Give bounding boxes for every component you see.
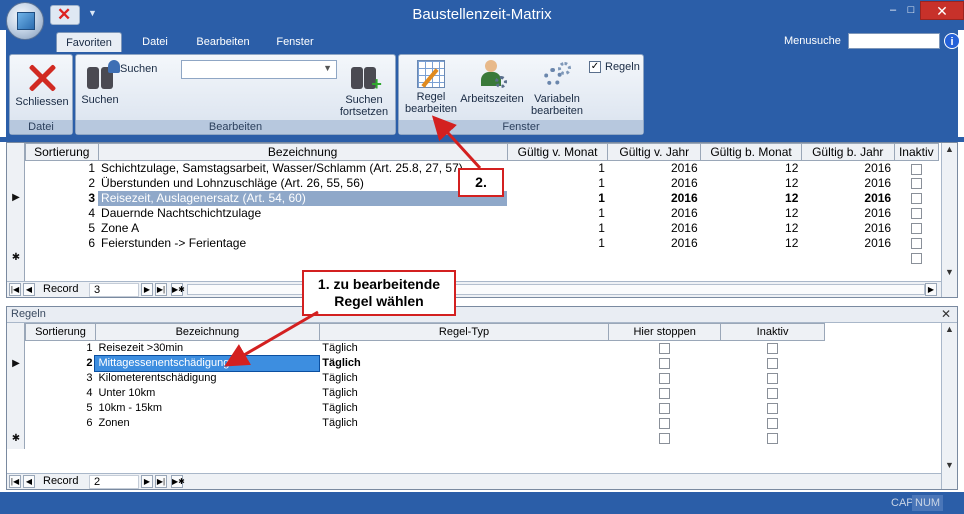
num-lock-indicator: NUM	[912, 495, 944, 511]
application-window: ✕ ▼ Baustellenzeit-Matrix – □ ✕ Favorite…	[0, 0, 964, 514]
status-bar: CAP NUM	[0, 492, 964, 514]
cube-icon	[17, 12, 35, 30]
arrow-to-regel-bearbeiten	[431, 115, 482, 170]
callout-arrows	[224, 115, 482, 367]
arrow-to-selected-rule	[224, 310, 319, 367]
app-orb-button[interactable]	[6, 2, 44, 40]
